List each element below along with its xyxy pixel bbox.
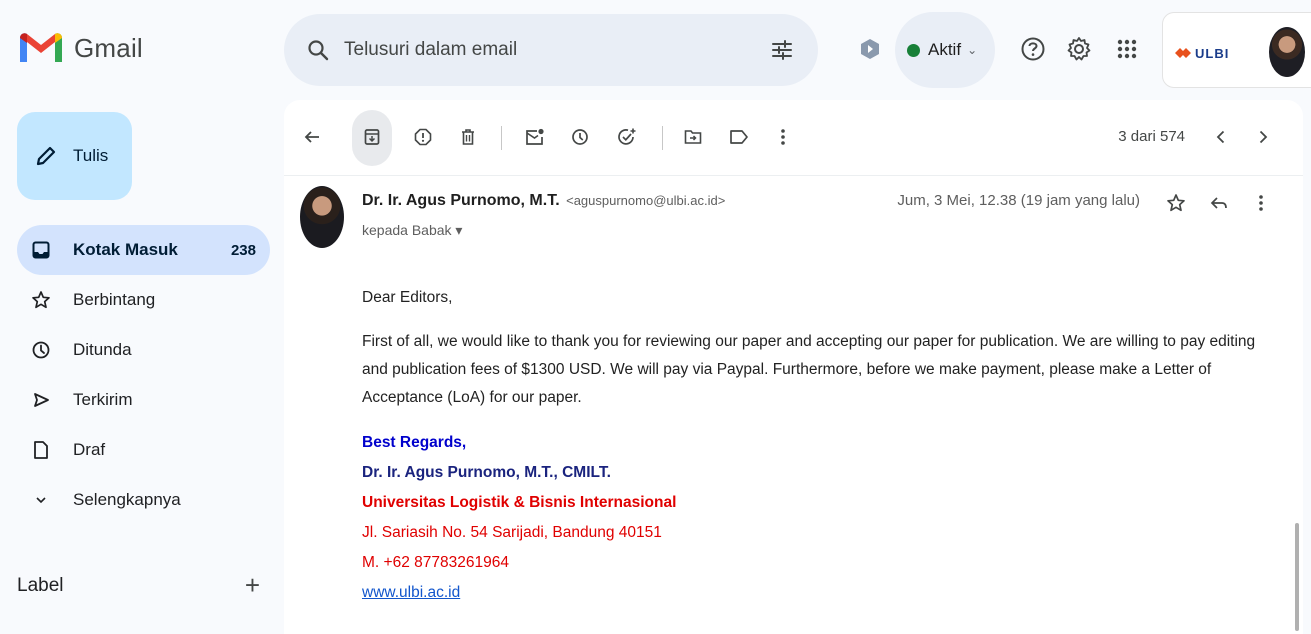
report-spam-icon[interactable]	[412, 126, 434, 148]
search-bar[interactable]	[284, 14, 818, 86]
reply-icon[interactable]	[1209, 193, 1229, 213]
unread-count: 238	[230, 241, 256, 259]
clock-icon	[31, 340, 51, 360]
settings-icon[interactable]	[1066, 36, 1092, 62]
message-toolbar: 3 dari 574	[284, 100, 1303, 176]
back-arrow-icon[interactable]	[301, 126, 323, 148]
chevron-down-icon: ⌄	[967, 43, 978, 57]
search-input[interactable]	[344, 39, 744, 61]
signature-address: Jl. Sariasih No. 54 Sarijadi, Bandung 40…	[362, 524, 662, 541]
delete-icon[interactable]	[457, 126, 479, 148]
caret-down-icon: ▾	[455, 222, 463, 238]
inbox-icon	[31, 240, 51, 260]
toolbar-divider	[662, 126, 663, 150]
archive-icon[interactable]	[361, 126, 383, 148]
gemini-icon[interactable]	[860, 38, 880, 60]
toolbar-divider	[501, 126, 502, 150]
add-task-icon[interactable]	[616, 126, 638, 148]
signature-org: Universitas Logistik & Bisnis Internasio…	[362, 494, 677, 511]
status-label: Aktif	[928, 40, 962, 59]
sender-avatar[interactable]	[300, 186, 344, 248]
snooze-icon[interactable]	[569, 126, 591, 148]
help-icon[interactable]	[1020, 36, 1046, 62]
sender-line: Dr. Ir. Agus Purnomo, M.T. <aguspurnomo@…	[362, 192, 725, 210]
move-to-icon[interactable]	[682, 126, 704, 148]
signature: Best Regards, Dr. Ir. Agus Purnomo, M.T.…	[362, 428, 1282, 608]
gmail-app: Gmail Aktif ⌄	[0, 0, 1311, 634]
account-switcher[interactable]: ULBI	[1162, 12, 1311, 88]
message-view: 3 dari 574 Dr. Ir. Agus Purnomo, M.T. <a…	[284, 100, 1303, 634]
sidebar-item-sent[interactable]: Terkirim	[17, 375, 270, 425]
greeting: Dear Editors,	[362, 289, 453, 306]
sidebar-item-label: Draf	[73, 440, 106, 459]
sender-name[interactable]: Dr. Ir. Agus Purnomo, M.T.	[362, 192, 560, 209]
pagination-text: 3 dari 574	[1118, 128, 1185, 145]
compose-button[interactable]: Tulis	[17, 112, 132, 200]
next-page-icon[interactable]	[1252, 126, 1274, 148]
search-options-icon[interactable]	[770, 38, 794, 62]
signature-name: Dr. Ir. Agus Purnomo, M.T., CMILT.	[362, 464, 611, 481]
account-avatar[interactable]	[1269, 27, 1305, 77]
recipient-text: kepada Babak	[362, 222, 452, 238]
gmail-logo[interactable]: Gmail	[20, 26, 143, 70]
label-icon[interactable]	[728, 126, 750, 148]
compose-label: Tulis	[73, 146, 109, 165]
message-date: Jum, 3 Mei, 12.38 (19 jam yang lalu)	[897, 192, 1140, 209]
more-vert-icon[interactable]	[1251, 193, 1271, 213]
chevron-down-icon	[31, 490, 51, 510]
prev-page-icon[interactable]	[1210, 126, 1232, 148]
apps-grid-icon[interactable]	[1114, 36, 1140, 62]
recipient-dropdown[interactable]: kepada Babak ▾	[362, 222, 462, 239]
labels-title: Label	[17, 574, 64, 596]
sidebar-item-label: Kotak Masuk	[73, 240, 178, 259]
sidebar-item-drafts[interactable]: Draf	[17, 425, 270, 475]
sidebar-nav: Kotak Masuk 238 Berbintang Ditunda Terki…	[17, 225, 270, 525]
sidebar-item-label: Ditunda	[73, 340, 132, 359]
message-body: Dear Editors, First of all, we would lik…	[362, 284, 1282, 608]
sender-email: <aguspurnomo@ulbi.ac.id>	[566, 193, 726, 208]
sidebar-item-starred[interactable]: Berbintang	[17, 275, 270, 325]
add-label-icon[interactable]: +	[245, 570, 260, 601]
sidebar-item-more[interactable]: Selengkapnya	[17, 475, 270, 525]
ulbi-mark-icon	[1175, 48, 1191, 58]
scrollbar-thumb[interactable]	[1295, 523, 1299, 631]
sidebar-item-label: Terkirim	[73, 390, 133, 409]
star-icon[interactable]	[1166, 193, 1186, 213]
sidebar-item-label: Selengkapnya	[73, 490, 181, 509]
more-vert-icon[interactable]	[772, 126, 794, 148]
sidebar-item-label: Berbintang	[73, 290, 156, 309]
labels-header: Label +	[17, 570, 270, 601]
pencil-icon	[36, 146, 56, 166]
status-toggle[interactable]: Aktif ⌄	[895, 12, 995, 88]
search-icon[interactable]	[306, 38, 330, 62]
sidebar-item-inbox[interactable]: Kotak Masuk 238	[17, 225, 270, 275]
ulbi-logo: ULBI	[1175, 41, 1263, 65]
signature-closing: Best Regards,	[362, 434, 467, 451]
message-paragraph: First of all, we would like to thank you…	[362, 333, 1256, 406]
ulbi-logo-text: ULBI	[1195, 45, 1230, 61]
app-name: Gmail	[74, 32, 143, 63]
signature-phone: M. +62 87783261964	[362, 554, 509, 571]
send-icon	[31, 390, 51, 410]
status-dot	[907, 43, 920, 57]
draft-icon	[31, 440, 51, 460]
star-icon	[31, 290, 51, 310]
signature-website-link[interactable]: www.ulbi.ac.id	[362, 584, 460, 601]
mark-unread-icon[interactable]	[524, 126, 546, 148]
gmail-m-icon	[20, 33, 62, 62]
sidebar-item-snoozed[interactable]: Ditunda	[17, 325, 270, 375]
